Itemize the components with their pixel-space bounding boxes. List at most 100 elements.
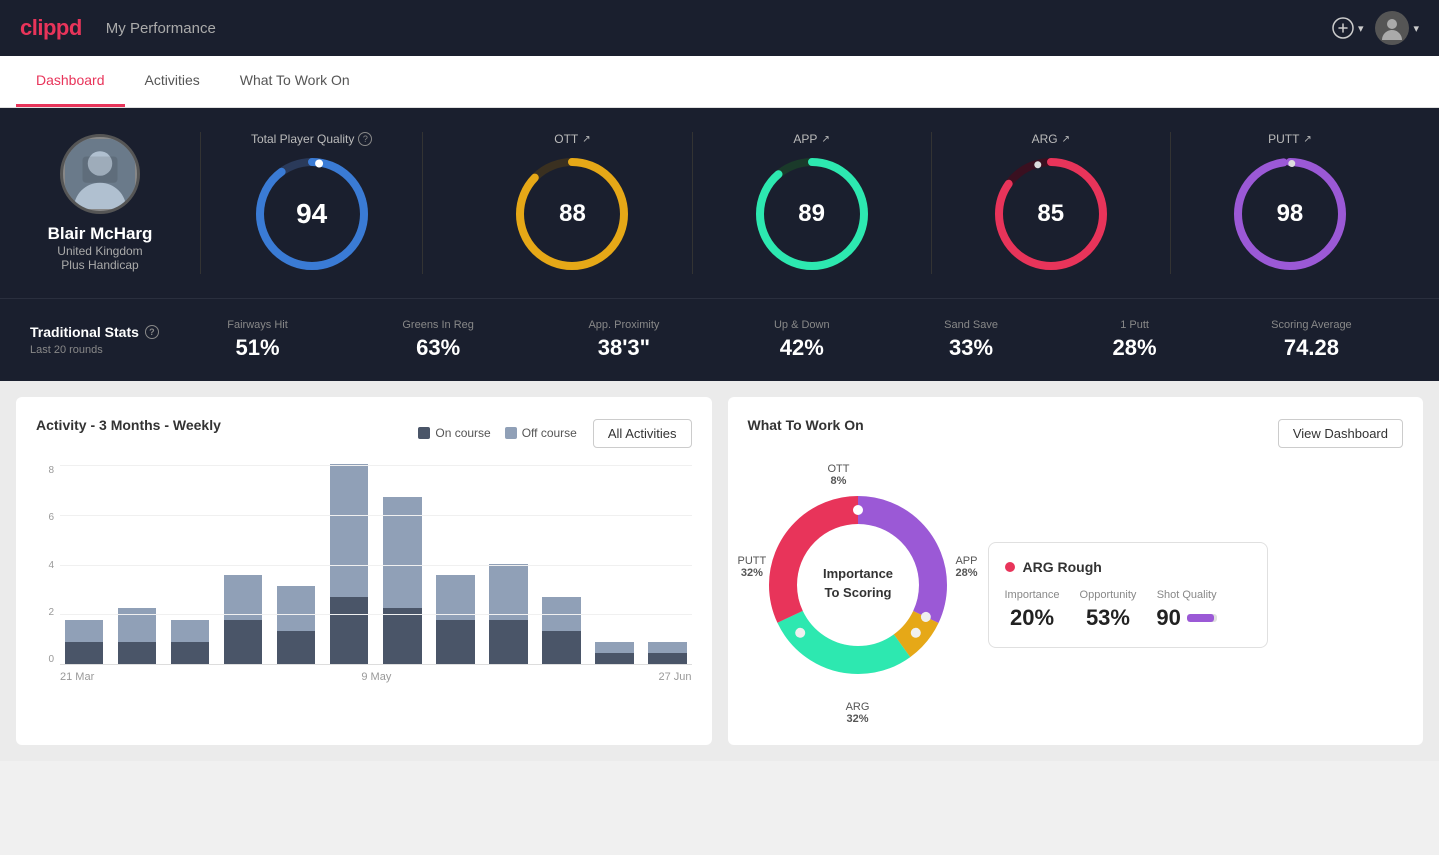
user-avatar-group[interactable]: ▾ (1375, 11, 1419, 45)
bar-stack-5 (330, 464, 368, 664)
player-handicap: Plus Handicap (61, 258, 138, 272)
bar-on-seg-5 (330, 597, 368, 664)
shot-quality-metric: Shot Quality 90 (1156, 589, 1216, 631)
stat-up-down: Up & Down 42% (774, 319, 830, 361)
bar-stack-11 (648, 642, 686, 664)
stat-fairways-hit: Fairways Hit 51% (227, 319, 288, 361)
stat-scoring-avg: Scoring Average 74.28 (1271, 319, 1352, 361)
bar-on-seg-9 (542, 631, 580, 664)
bar-off-seg-6 (383, 497, 421, 608)
all-activities-button[interactable]: All Activities (593, 419, 692, 448)
view-dashboard-button[interactable]: View Dashboard (1278, 419, 1403, 448)
bar-off-seg-1 (118, 608, 156, 642)
stat-1-putt: 1 Putt 28% (1113, 319, 1157, 361)
metric-app-label: APP ↗ (793, 132, 829, 146)
avatar-chevron-icon: ▾ (1413, 22, 1419, 35)
bar-off-seg-11 (648, 642, 686, 653)
stat-greens-in-reg: Greens In Reg 63% (402, 319, 474, 361)
avatar-icon (1378, 14, 1406, 42)
y-axis: 0 2 4 6 8 (36, 465, 60, 665)
divider2 (422, 132, 423, 274)
bar-stack-6 (383, 497, 421, 664)
chart-controls: On course Off course All Activities (418, 419, 691, 448)
trad-info-icon[interactable]: ? (145, 325, 159, 339)
bar-stack-1 (118, 608, 156, 664)
traditional-stats: Traditional Stats ? Last 20 rounds Fairw… (0, 298, 1439, 381)
metric-app: APP ↗ 89 (693, 132, 932, 274)
wtw-title: What To Work On (748, 417, 864, 433)
player-info: Blair McHarg United Kingdom Plus Handica… (30, 134, 170, 272)
opportunity-value: 53% (1086, 605, 1130, 631)
stat-sand-save: Sand Save 33% (944, 319, 998, 361)
stat-fairways-hit-value: 51% (236, 335, 280, 361)
bar-on-seg-0 (65, 642, 103, 664)
chart-inner: 0 2 4 6 8 (36, 465, 692, 683)
wtw-panel: What To Work On View Dashboard OTT 8% AP… (728, 397, 1424, 745)
chart-legend: On course Off course (418, 426, 577, 440)
metric-putt-label: PUTT ↗ (1268, 132, 1312, 146)
donut-label-app: APP 28% (955, 555, 977, 579)
bar-group-2 (166, 620, 214, 664)
nav-left: clippd My Performance (20, 15, 216, 41)
nav-right: ▾ ▾ (1332, 11, 1419, 45)
info-icon[interactable]: ? (358, 132, 372, 146)
bar-group-8 (484, 564, 532, 664)
add-button[interactable]: ▾ (1332, 17, 1364, 39)
donut-svg: Importance To Scoring (758, 485, 958, 685)
bar-on-seg-7 (436, 620, 474, 664)
bar-stack-4 (277, 586, 315, 664)
stat-greens-value: 63% (416, 335, 460, 361)
bar-off-seg-4 (277, 586, 315, 631)
plus-circle-icon (1332, 17, 1354, 39)
bar-on-seg-3 (224, 620, 262, 664)
stat-app-prox-label: App. Proximity (588, 319, 659, 331)
divider (200, 132, 201, 274)
shot-quality-row: 90 (1156, 605, 1216, 631)
wtw-content: OTT 8% APP 28% ARG 32% PUTT 32% (748, 465, 1404, 725)
arg-metrics: Importance 20% Opportunity 53% Shot Qual… (1005, 589, 1251, 631)
wtw-header: What To Work On View Dashboard (748, 417, 1404, 449)
nav-title: My Performance (106, 20, 216, 37)
total-quality: Total Player Quality ? 94 (231, 132, 392, 274)
stat-app-prox-value: 38'3" (598, 335, 650, 361)
trad-stats-subtitle: Last 20 rounds (30, 344, 170, 356)
arg-value: 85 (1037, 200, 1064, 228)
shot-quality-bar-fill (1187, 614, 1214, 622)
metric-ott-label: OTT ↗ (554, 132, 590, 146)
tab-dashboard[interactable]: Dashboard (16, 56, 125, 107)
bar-group-6 (378, 497, 426, 664)
trad-stats-list: Fairways Hit 51% Greens In Reg 63% App. … (170, 319, 1409, 361)
stat-1-putt-value: 28% (1113, 335, 1157, 361)
stat-up-down-value: 42% (780, 335, 824, 361)
bar-stack-0 (65, 620, 103, 664)
importance-value: 20% (1010, 605, 1054, 631)
trad-stats-title: Traditional Stats ? (30, 324, 170, 340)
chart-area: 0 2 4 6 8 (36, 465, 692, 705)
bar-stack-7 (436, 575, 474, 664)
top-nav: clippd My Performance ▾ ▾ (0, 0, 1439, 56)
app-value: 89 (798, 200, 825, 228)
tab-activities[interactable]: Activities (125, 56, 220, 107)
svg-text:Importance: Importance (822, 566, 892, 581)
bars-container (60, 465, 692, 665)
bar-off-seg-8 (489, 564, 527, 620)
arg-dot-icon (1005, 562, 1015, 572)
metric-putt: PUTT ↗ 98 (1171, 132, 1409, 274)
player-name: Blair McHarg (48, 224, 153, 244)
stat-1-putt-label: 1 Putt (1120, 319, 1149, 331)
bar-on-seg-2 (171, 642, 209, 664)
tab-what-to-work-on[interactable]: What To Work On (220, 56, 370, 107)
tab-bar: Dashboard Activities What To Work On (0, 56, 1439, 108)
activity-chart-panel: Activity - 3 Months - Weekly On course O… (16, 397, 712, 745)
bar-on-seg-8 (489, 620, 527, 664)
legend-on-course: On course (418, 426, 490, 440)
bar-off-seg-9 (542, 597, 580, 631)
bar-off-seg-5 (330, 464, 368, 597)
stat-up-down-label: Up & Down (774, 319, 830, 331)
bar-group-3 (219, 575, 267, 664)
arg-card-title: ARG Rough (1005, 559, 1251, 575)
metric-ott: OTT ↗ 88 (453, 132, 692, 274)
bar-off-seg-7 (436, 575, 474, 620)
hero-section: Blair McHarg United Kingdom Plus Handica… (0, 108, 1439, 298)
importance-metric: Importance 20% (1005, 589, 1060, 631)
